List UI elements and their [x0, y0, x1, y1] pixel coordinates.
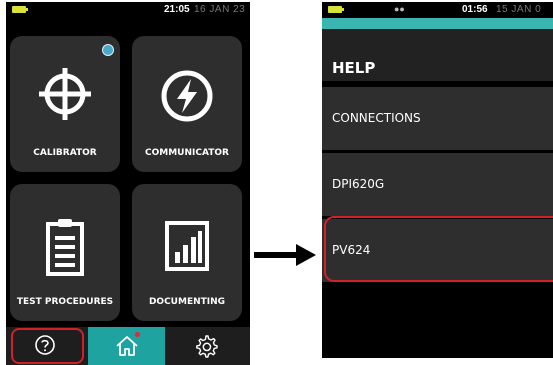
menu-item-label: CONNECTIONS [332, 111, 421, 125]
clipboard-icon [45, 218, 85, 283]
home-notification-dot [135, 332, 140, 337]
help-header: HELP [322, 29, 553, 81]
documenting-label: DOCUMENTING [148, 297, 226, 307]
communicator-tile[interactable]: COMMUNICATOR [132, 36, 242, 172]
menu-item-label: DPI620G [332, 177, 385, 191]
home-tab[interactable] [88, 327, 165, 365]
date: 16 JAN 23 [194, 4, 246, 15]
communicator-label: COMMUNICATOR [145, 148, 229, 158]
clock: 21:05 [164, 4, 190, 15]
arrow-icon [254, 244, 316, 271]
menu-item-dpi620g[interactable]: DPI620G [322, 153, 553, 216]
selection-highlight [324, 216, 553, 282]
test-procedures-label: TEST PROCEDURES [16, 297, 114, 307]
calibrator-tile[interactable]: CALIBRATOR [10, 36, 120, 172]
crosshair-icon [35, 64, 95, 129]
menu-item-connections[interactable]: CONNECTIONS [322, 87, 553, 150]
battery-icon [328, 6, 344, 13]
bar-chart-document-icon [164, 220, 210, 277]
header-accent-bar [322, 18, 553, 29]
connection-icon: ●● [394, 4, 405, 14]
home-icon [115, 335, 139, 362]
bottom-navbar [6, 327, 250, 365]
notification-dot [102, 44, 114, 56]
documenting-tile[interactable]: DOCUMENTING [132, 184, 242, 321]
status-bar: 21:05 16 JAN 23 [6, 2, 250, 18]
help-icon[interactable] [34, 334, 56, 361]
help-screen: ●● 01:56 15 JAN 0 HELP CONNECTIONS DPI62… [322, 2, 553, 358]
lightning-bolt-icon [159, 68, 215, 129]
gear-icon[interactable] [194, 334, 218, 363]
page-title: HELP [332, 59, 376, 77]
date: 15 JAN 0 [496, 4, 542, 15]
calibrator-label: CALIBRATOR [33, 148, 97, 158]
status-bar: ●● 01:56 15 JAN 0 [322, 2, 553, 18]
test-procedures-tile[interactable]: TEST PROCEDURES [10, 184, 120, 321]
home-screen: 21:05 16 JAN 23 CALIBRATOR COMMUNICATOR [6, 2, 250, 365]
battery-icon [12, 6, 28, 13]
clock: 01:56 [462, 4, 488, 15]
